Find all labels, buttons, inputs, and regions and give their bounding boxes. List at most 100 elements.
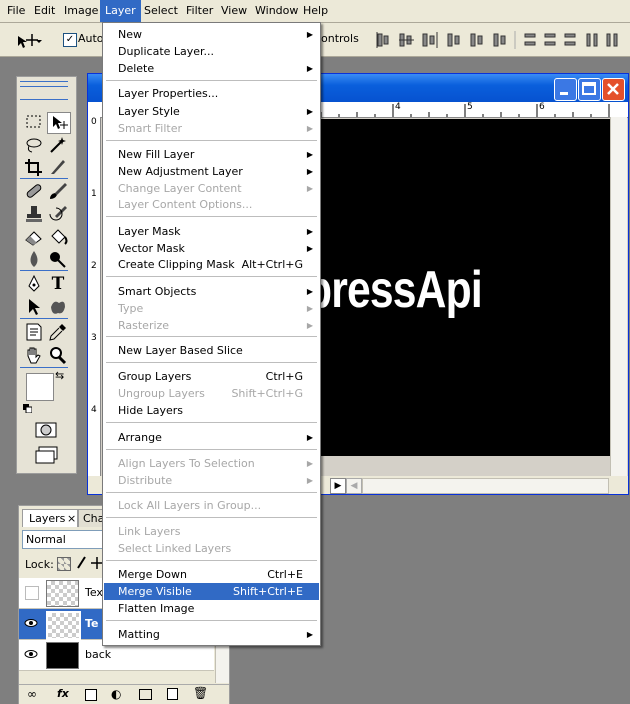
layer-thumbnail bbox=[46, 580, 79, 607]
eraser-tool-icon[interactable] bbox=[23, 227, 45, 247]
quick-mask-icon[interactable] bbox=[35, 422, 57, 438]
magic-wand-tool-icon[interactable] bbox=[47, 135, 69, 155]
layer-thumbnail bbox=[46, 611, 81, 640]
menu-item-select-linked-layers[interactable]: Select Linked Layers bbox=[104, 540, 319, 557]
maximize-button[interactable] bbox=[578, 78, 601, 101]
menu-item-lock-all-layers-in-group[interactable]: Lock All Layers in Group... bbox=[104, 497, 319, 514]
menu-item-layer-content-options[interactable]: Layer Content Options... bbox=[104, 196, 319, 213]
align-distribute-buttons[interactable] bbox=[370, 29, 625, 51]
toolbox-grip[interactable] bbox=[20, 81, 68, 87]
menu-item-layer-mask[interactable]: Layer Mask ▶ bbox=[104, 223, 319, 240]
close-button[interactable] bbox=[602, 78, 625, 101]
menu-item-new-fill-layer[interactable]: New Fill Layer ▶ bbox=[104, 146, 319, 163]
menu-item-link-layers[interactable]: Link Layers bbox=[104, 523, 319, 540]
menu-item-rasterize[interactable]: Rasterize ▶ bbox=[104, 317, 319, 334]
menu-item-new-adjustment-layer[interactable]: New Adjustment Layer ▶ bbox=[104, 163, 319, 180]
image-canvas[interactable]: pressApi bbox=[306, 119, 616, 456]
menu-filter[interactable]: Filter bbox=[181, 0, 218, 22]
menu-item-matting[interactable]: Matting ▶ bbox=[104, 626, 319, 643]
menu-item-arrange[interactable]: Arrange ▶ bbox=[104, 429, 319, 446]
link-layers-icon[interactable]: ∞ bbox=[27, 687, 37, 701]
menu-item-distribute[interactable]: Distribute ▶ bbox=[104, 472, 319, 489]
new-group-icon[interactable] bbox=[139, 689, 152, 700]
menu-select[interactable]: Select bbox=[139, 0, 183, 22]
menu-file[interactable]: File bbox=[2, 0, 30, 22]
menu-item-ungroup-layers[interactable]: Ungroup Layers Shift+Ctrl+G bbox=[104, 385, 319, 402]
vertical-scrollbar[interactable] bbox=[610, 117, 627, 476]
menu-item-merge-down[interactable]: Merge Down Ctrl+E bbox=[104, 566, 319, 583]
lock-transparent-icon[interactable] bbox=[57, 557, 71, 571]
menu-separator bbox=[106, 362, 317, 363]
pen-tool-icon[interactable] bbox=[23, 274, 45, 294]
toolbox-divider bbox=[20, 178, 68, 179]
slice-tool-icon[interactable] bbox=[47, 157, 69, 177]
dodge-tool-icon[interactable] bbox=[47, 249, 69, 269]
brush-tool-icon[interactable] bbox=[47, 181, 69, 201]
zoom-tool-icon[interactable] bbox=[47, 345, 69, 365]
trash-icon[interactable]: 🗑 bbox=[193, 686, 208, 700]
add-mask-icon[interactable] bbox=[85, 689, 97, 701]
menu-item-vector-mask[interactable]: Vector Mask ▶ bbox=[104, 240, 319, 257]
auto-select-label: Auto bbox=[78, 32, 104, 45]
blend-mode-select[interactable]: Normal bbox=[22, 530, 109, 549]
new-layer-icon[interactable] bbox=[167, 688, 178, 700]
screen-mode-icon[interactable] bbox=[35, 445, 61, 465]
menu-item-change-layer-content[interactable]: Change Layer Content ▶ bbox=[104, 180, 319, 197]
lasso-tool-icon[interactable] bbox=[23, 135, 45, 155]
hand-tool-icon[interactable] bbox=[23, 345, 45, 365]
scroll-right-arrow-icon[interactable]: ▶ bbox=[330, 478, 346, 494]
crop-tool-icon[interactable] bbox=[23, 157, 45, 177]
toolbox-divider bbox=[20, 367, 68, 368]
path-selection-tool-icon[interactable] bbox=[23, 297, 45, 317]
menu-item-type[interactable]: Type ▶ bbox=[104, 300, 319, 317]
scroll-left-arrow-icon[interactable]: ◀ bbox=[346, 478, 362, 494]
tab-layers[interactable]: Layers × bbox=[22, 509, 78, 527]
clone-stamp-tool-icon[interactable] bbox=[23, 204, 45, 224]
notes-tool-icon[interactable] bbox=[23, 322, 45, 342]
blur-tool-icon[interactable] bbox=[23, 249, 45, 269]
menu-item-hide-layers[interactable]: Hide Layers bbox=[104, 402, 319, 419]
close-tab-icon[interactable]: × bbox=[67, 512, 76, 525]
menu-item-create-clipping-mask[interactable]: Create Clipping Mask Alt+Ctrl+G bbox=[104, 256, 319, 273]
eye-icon[interactable] bbox=[23, 646, 39, 662]
menu-layer[interactable]: Layer bbox=[100, 0, 141, 22]
menu-view[interactable]: View bbox=[216, 0, 252, 22]
menu-item-new[interactable]: New ▶ bbox=[104, 26, 319, 43]
menu-separator bbox=[106, 422, 317, 423]
move-tool-preset-icon[interactable] bbox=[14, 30, 48, 50]
move-tool-icon[interactable] bbox=[47, 112, 71, 134]
menu-item-smart-objects[interactable]: Smart Objects ▶ bbox=[104, 283, 319, 300]
menu-item-duplicate-layer[interactable]: Duplicate Layer... bbox=[104, 43, 319, 60]
eyedropper-tool-icon[interactable] bbox=[47, 322, 69, 342]
menu-help[interactable]: Help bbox=[298, 0, 333, 22]
visibility-toggle-empty[interactable] bbox=[25, 586, 39, 600]
foreground-color-swatch[interactable] bbox=[26, 373, 54, 401]
history-brush-tool-icon[interactable] bbox=[47, 204, 69, 224]
menu-item-layer-style[interactable]: Layer Style ▶ bbox=[104, 103, 319, 120]
type-tool-icon[interactable]: T bbox=[47, 274, 69, 294]
menu-item-smart-filter[interactable]: Smart Filter ▶ bbox=[104, 120, 319, 137]
menu-item-merge-visible[interactable]: Merge Visible Shift+Ctrl+E bbox=[104, 583, 319, 600]
menu-item-layer-properties[interactable]: Layer Properties... bbox=[104, 85, 319, 102]
menu-item-delete[interactable]: Delete ▶ bbox=[104, 60, 319, 77]
menu-edit[interactable]: Edit bbox=[29, 0, 60, 22]
custom-shape-tool-icon[interactable] bbox=[47, 297, 69, 317]
eye-icon[interactable] bbox=[23, 615, 39, 631]
auto-select-checkbox[interactable]: ✓ bbox=[63, 33, 77, 47]
menu-window[interactable]: Window bbox=[250, 0, 303, 22]
adjustment-layer-icon[interactable]: ◐ bbox=[111, 687, 121, 701]
swap-colors-icon[interactable]: ⇆ bbox=[55, 369, 67, 382]
minimize-button[interactable] bbox=[554, 78, 577, 101]
default-colors-icon[interactable] bbox=[23, 403, 33, 414]
healing-brush-tool-icon[interactable] bbox=[23, 181, 45, 201]
lock-image-icon[interactable] bbox=[75, 556, 87, 570]
horizontal-scrollbar[interactable] bbox=[362, 478, 609, 494]
layer-style-icon[interactable]: fx bbox=[57, 687, 69, 700]
menu-item-align-layers-to-selection[interactable]: Align Layers To Selection ▶ bbox=[104, 455, 319, 472]
menu-image[interactable]: Image bbox=[59, 0, 103, 22]
marquee-tool-icon[interactable] bbox=[23, 112, 45, 132]
menu-item-new-layer-based-slice[interactable]: New Layer Based Slice bbox=[104, 342, 319, 359]
menu-item-flatten-image[interactable]: Flatten Image bbox=[104, 600, 319, 617]
paint-bucket-tool-icon[interactable] bbox=[47, 227, 69, 247]
menu-item-group-layers[interactable]: Group Layers Ctrl+G bbox=[104, 368, 319, 385]
